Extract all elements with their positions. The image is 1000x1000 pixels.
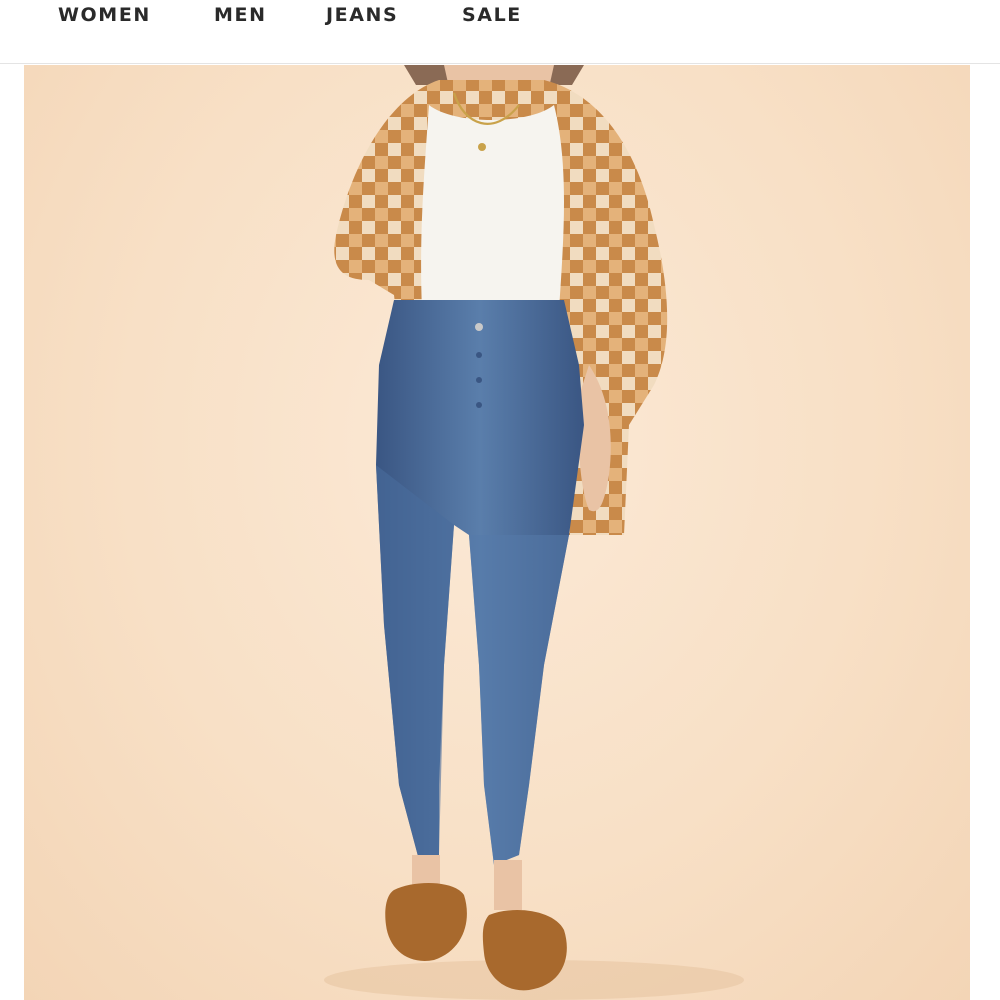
nav-item-sale[interactable]: SALE <box>462 4 522 26</box>
top-navigation: WOMEN MEN JEANS SALE <box>0 0 1000 64</box>
nav-item-jeans[interactable]: JEANS <box>326 4 398 26</box>
left-shoe <box>385 883 467 961</box>
right-shoe <box>482 910 567 991</box>
nav-item-women[interactable]: WOMEN <box>58 4 151 26</box>
white-top <box>421 105 564 310</box>
hero-product-image[interactable] <box>24 65 970 1000</box>
nav-item-men[interactable]: MEN <box>214 4 267 26</box>
model-illustration <box>324 65 744 1000</box>
